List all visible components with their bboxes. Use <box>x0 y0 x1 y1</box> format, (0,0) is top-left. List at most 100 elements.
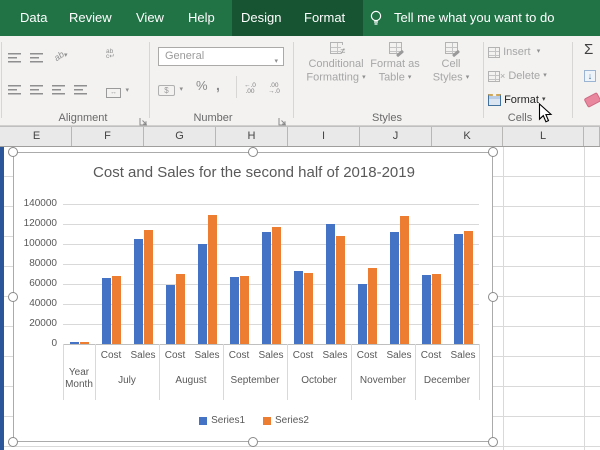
percent-style-button[interactable]: % <box>196 78 208 93</box>
chart-handle-bottom-left[interactable] <box>8 437 18 447</box>
x-axis-sublabel[interactable]: Cost <box>223 350 255 361</box>
x-axis-group-label[interactable]: October <box>284 375 354 387</box>
x-axis-group-label[interactable]: September <box>220 375 290 387</box>
increase-decimal-button[interactable]: ←.0.00 <box>244 80 256 98</box>
chart-bar-series1[interactable] <box>422 275 431 344</box>
y-axis-tick-label[interactable]: 20000 <box>14 318 57 329</box>
align-top-button[interactable] <box>8 50 21 68</box>
orientation-button[interactable]: ab▾ <box>54 46 68 64</box>
cell-styles-button[interactable]: Cell Styles ▾ <box>428 42 474 84</box>
align-middle-button[interactable] <box>30 50 43 68</box>
delete-cells-button[interactable]: × Delete ▾ <box>488 66 547 86</box>
x-axis-sublabel[interactable]: Sales <box>127 350 159 361</box>
chart-bar-series2[interactable] <box>208 215 217 344</box>
chart-bar-series2[interactable] <box>304 273 313 344</box>
x-axis-sublabel[interactable]: Cost <box>95 350 127 361</box>
chart-bar-series1[interactable] <box>454 234 463 344</box>
merge-center-button[interactable]: ↔ ▾ <box>106 81 129 99</box>
chart-bar-series2[interactable] <box>144 230 153 344</box>
chart-bar-series2[interactable] <box>400 216 409 344</box>
wrap-text-button[interactable]: abc↵ <box>106 45 115 63</box>
number-dialog-launcher[interactable] <box>278 113 287 122</box>
chart-bar-series1[interactable] <box>166 285 175 344</box>
x-axis-sublabel[interactable]: Sales <box>383 350 415 361</box>
chart-handle-top-right[interactable] <box>488 147 498 157</box>
increase-indent-button[interactable] <box>74 82 87 100</box>
chart-bar-series1[interactable] <box>134 239 143 344</box>
column-header-H[interactable]: H <box>216 127 288 146</box>
format-cells-button[interactable]: Format ▾ <box>488 90 545 110</box>
x-axis-sublabel[interactable]: Sales <box>447 350 479 361</box>
x-axis-group-label[interactable]: December <box>412 375 482 387</box>
x-axis-group-label[interactable]: July <box>92 375 162 387</box>
chart-bar-series2[interactable] <box>112 276 121 344</box>
chart-area[interactable]: Cost and Sales for the second half of 20… <box>13 152 493 442</box>
y-axis-tick-label[interactable]: 140000 <box>14 198 57 209</box>
chart-bar-series2[interactable] <box>432 274 441 344</box>
decrease-indent-button[interactable] <box>52 82 65 100</box>
x-axis-sublabel[interactable]: Cost <box>159 350 191 361</box>
number-format-combobox[interactable]: General ▾ <box>158 47 284 66</box>
y-axis-tick-label[interactable]: 80000 <box>14 258 57 269</box>
chart-bar-series2[interactable] <box>368 268 377 344</box>
comma-style-button[interactable]: , <box>216 77 220 93</box>
fill-button[interactable]: ↓ <box>584 66 596 84</box>
column-header-partial[interactable] <box>584 127 600 146</box>
legend-item-series2[interactable]: Series2 <box>263 415 309 426</box>
tab-review[interactable]: Review <box>69 0 112 36</box>
chart-bar-series1[interactable] <box>358 284 367 344</box>
chart-bar-series1[interactable] <box>294 271 303 344</box>
column-header-J[interactable]: J <box>360 127 432 146</box>
align-left-button[interactable] <box>8 82 21 100</box>
chart-bar-series1[interactable] <box>70 342 79 344</box>
y-axis-tick-label[interactable]: 60000 <box>14 278 57 289</box>
chart-handle-mid-left[interactable] <box>8 292 18 302</box>
chart-bar-series1[interactable] <box>326 224 335 344</box>
align-right-button[interactable] <box>30 82 43 100</box>
tab-data[interactable]: Data <box>20 0 47 36</box>
chart-handle-top-mid[interactable] <box>248 147 258 157</box>
tab-view[interactable]: View <box>136 0 164 36</box>
x-axis-sublabel[interactable]: Sales <box>319 350 351 361</box>
tab-help[interactable]: Help <box>188 0 215 36</box>
chart-bar-series2[interactable] <box>464 231 473 344</box>
y-axis-tick-label[interactable]: 100000 <box>14 238 57 249</box>
x-axis-sublabel[interactable]: Cost <box>415 350 447 361</box>
insert-cells-button[interactable]: Insert ▾ <box>488 42 540 62</box>
legend-item-series1[interactable]: Series1 <box>199 415 245 426</box>
autosum-button[interactable]: Σ <box>584 41 593 58</box>
chart-handle-top-left[interactable] <box>8 147 18 157</box>
x-axis-group-label[interactable]: November <box>348 375 418 387</box>
chart-legend[interactable]: Series1 Series2 <box>14 415 494 426</box>
chart-bar-series2[interactable] <box>336 236 345 344</box>
y-axis-tick-label[interactable]: 40000 <box>14 298 57 309</box>
x-axis-sublabel[interactable]: Sales <box>255 350 287 361</box>
alignment-dialog-launcher[interactable] <box>139 113 148 122</box>
accounting-format-button[interactable]: $ ▾ <box>158 80 183 98</box>
column-header-F[interactable]: F <box>72 127 144 146</box>
x-axis-sublabel[interactable]: Sales <box>191 350 223 361</box>
chart-bar-series1[interactable] <box>230 277 239 344</box>
column-header-E[interactable]: E <box>2 127 72 146</box>
x-axis-group-label[interactable]: August <box>156 375 226 387</box>
chart-bar-series2[interactable] <box>176 274 185 344</box>
x-axis-sublabel[interactable]: Cost <box>351 350 383 361</box>
column-header-K[interactable]: K <box>432 127 503 146</box>
format-as-table-button[interactable]: Format as Table ▾ <box>362 42 428 84</box>
chart-bar-series2[interactable] <box>272 227 281 344</box>
chart-bar-series1[interactable] <box>102 278 111 344</box>
chart-handle-mid-right[interactable] <box>488 292 498 302</box>
column-header-I[interactable]: I <box>288 127 360 146</box>
decrease-decimal-button[interactable]: .00→.0 <box>268 80 280 98</box>
clear-button[interactable] <box>585 92 600 110</box>
chart-bar-series1[interactable] <box>198 244 207 344</box>
chart-bar-series2[interactable] <box>240 276 249 344</box>
y-axis-tick-label[interactable]: 120000 <box>14 218 57 229</box>
chart-bar-series2[interactable] <box>80 342 89 344</box>
tell-me-box[interactable]: Tell me what you want to do <box>394 0 554 36</box>
tab-format[interactable]: Format <box>304 0 345 36</box>
chart-title[interactable]: Cost and Sales for the second half of 20… <box>14 164 494 181</box>
tab-design[interactable]: Design <box>241 0 281 36</box>
chart-bar-series1[interactable] <box>262 232 271 344</box>
chart-handle-bottom-right[interactable] <box>488 437 498 447</box>
